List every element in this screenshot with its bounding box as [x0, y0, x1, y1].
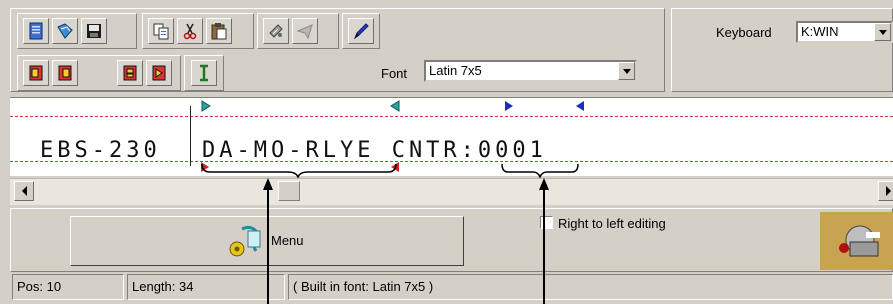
text-cursor-button[interactable]: [191, 60, 217, 86]
open-button[interactable]: [52, 18, 78, 44]
paste-button[interactable]: [206, 18, 232, 44]
save-button[interactable]: [81, 18, 107, 44]
keyboard-label: Keyboard: [716, 25, 772, 40]
printer-image: [820, 212, 893, 270]
open-icon: [57, 23, 73, 39]
marker-start-icon: [123, 65, 137, 81]
rtl-checkbox-label[interactable]: Right to left editing: [558, 216, 666, 231]
guide-line-top: [10, 116, 893, 117]
keyboard-select[interactable]: K:WIN: [796, 21, 893, 43]
font-select-value: Latin 7x5: [429, 63, 482, 78]
counter-start-marker-icon: [505, 101, 513, 111]
send-button[interactable]: [292, 18, 318, 44]
callout-arrow-right: [539, 178, 549, 304]
align-right-icon: [58, 65, 72, 81]
scroll-thumb[interactable]: [278, 181, 300, 201]
printer-head-icon: [820, 212, 893, 270]
horizontal-scrollbar[interactable]: [10, 178, 893, 205]
chevron-down-icon: [622, 68, 631, 74]
marker-start-top-icon: [201, 100, 211, 112]
align-left-icon: [29, 65, 43, 81]
scroll-right-button[interactable]: [878, 181, 893, 201]
scroll-left-button[interactable]: [14, 181, 34, 201]
counter-end-marker-icon: [576, 101, 584, 111]
save-icon: [87, 24, 101, 38]
align-left-button[interactable]: [23, 60, 49, 86]
pen-button[interactable]: [348, 18, 374, 44]
copy-icon: [153, 23, 169, 40]
print-button[interactable]: [263, 18, 289, 44]
copy-button[interactable]: [148, 18, 174, 44]
selection-brace: [201, 163, 397, 178]
label-editor[interactable]: EBS-230 DA-MO-RLYE CNTR:0001: [10, 97, 893, 178]
font-label: Font: [381, 66, 408, 81]
marker-end-icon: [152, 65, 166, 81]
marker-start-button[interactable]: [117, 60, 143, 86]
text-cursor-icon: [200, 64, 208, 82]
status-position: Pos: 10: [12, 274, 124, 300]
label-body-text: DA-MO-RLYE CNTR:0001: [202, 138, 547, 163]
marker-end-top-icon: [390, 100, 400, 112]
pen-icon: [353, 23, 369, 40]
menu-icon: [229, 225, 261, 257]
keyboard-select-arrow[interactable]: [874, 23, 891, 41]
label-prefix-text: EBS-230: [40, 138, 161, 163]
print-icon: [269, 24, 283, 38]
arrow-left-icon: [21, 186, 27, 196]
paste-icon: [211, 23, 227, 40]
chevron-down-icon: [878, 29, 887, 35]
marker-end-button[interactable]: [146, 60, 172, 86]
keyboard-select-value: K:WIN: [801, 24, 839, 39]
new-document-icon: [29, 22, 43, 40]
separator-line: [190, 106, 191, 166]
cut-button[interactable]: [177, 18, 203, 44]
status-font-info: ( Built in font: Latin 7x5 ): [288, 274, 893, 300]
arrow-right-icon: [885, 186, 891, 196]
font-select[interactable]: Latin 7x5: [424, 60, 637, 82]
align-right-button[interactable]: [52, 60, 78, 86]
new-document-button[interactable]: [23, 18, 49, 44]
font-select-arrow[interactable]: [618, 62, 635, 80]
callout-arrow-left: [263, 178, 273, 304]
menu-button-label: Menu: [271, 233, 304, 248]
cut-icon: [183, 23, 197, 40]
send-icon: [296, 24, 313, 40]
